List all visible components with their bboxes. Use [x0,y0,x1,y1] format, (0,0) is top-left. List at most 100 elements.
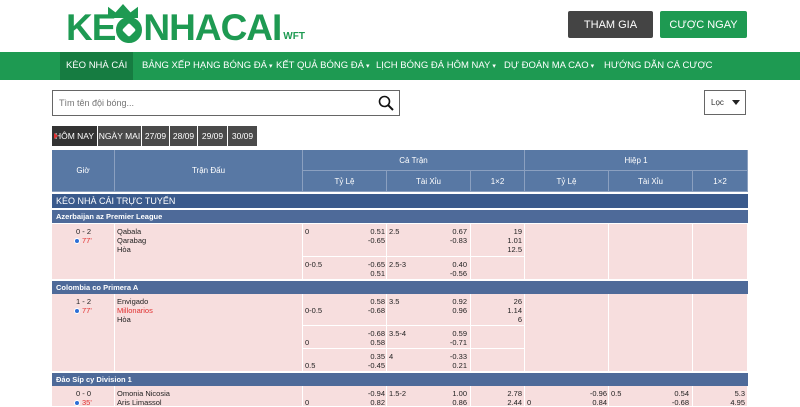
nav-item-keo-nha-cai[interactable]: KÈO NHÀ CÁI [60,52,134,80]
over-under-line: 2.5 [389,227,400,236]
draw-label: Hòa [117,245,131,254]
odd-1x2-home[interactable]: 26 [478,297,522,306]
handicap-odd[interactable]: 0.51 [340,227,385,236]
tab-tomorrow[interactable]: NGÀY MAI [98,126,141,146]
half-over-under-odd[interactable]: 0.54 [644,389,689,398]
match-score: 0 - 0 [76,389,92,398]
handicap-odd[interactable]: -0.65 [340,260,385,269]
league-header: Đảo Síp cy Division 1 [52,373,748,386]
nav-item-bang-xep-hang[interactable]: BẢNG XẾP HẠNG BÓNG ĐÁ ▾ [136,52,278,80]
live-icon [74,400,80,406]
handicap-line: 0-0.5 [305,260,323,269]
match-score: 1 - 2 [76,297,92,306]
odds-cell [609,224,693,280]
draw-label: Hòa [117,315,131,324]
col-header-first-half: Hiệp 1 [525,150,748,171]
match-score: 0 - 2 [76,227,92,236]
half-handicap-odd[interactable]: 0.84 [562,398,607,407]
chevron-down-icon: ▾ [590,63,595,70]
odd-1x2-draw[interactable]: 12.5 [478,245,522,254]
handicap-line: 0 [305,227,310,236]
over-under-odd[interactable]: -0.71 [422,338,467,347]
handicap-odd[interactable]: 0.82 [340,398,385,407]
over-under-odd[interactable]: 0.40 [422,260,467,269]
col-header-1x2: 1×2 [471,171,525,192]
over-under-odd[interactable]: 1.00 [422,389,467,398]
over-under-odd[interactable]: -0.33 [422,352,467,361]
half-handicap-line: 0 [527,398,532,407]
search-icon[interactable] [378,95,394,111]
handicap-line: 0.5 [305,361,316,370]
over-under-odd[interactable]: 0.21 [422,361,467,370]
col-header-over-under: Tài Xỉu [387,171,471,192]
match-cell [115,224,303,280]
home-team[interactable]: Qabala [117,227,141,236]
tab-date-27-09[interactable]: 27/09 [142,126,169,146]
filter-dropdown[interactable]: Lọc [704,90,746,115]
over-under-line: 3.5 [389,297,400,306]
tab-date-30-09[interactable]: 30/09 [228,126,257,146]
nav-item-huong-dan[interactable]: HƯỚNG DẪN CÁ CƯỢC [598,52,719,80]
tab-date-28-09[interactable]: 28/09 [170,126,197,146]
home-team[interactable]: Envigado [117,297,148,306]
odds-cell [525,224,609,280]
half-odd-1x2-home[interactable]: 5.3 [700,389,745,398]
handicap-odd[interactable]: -0.65 [340,236,385,245]
section-title: KÈO NHÀ CÁI TRỰC TUYẾN [52,194,748,208]
over-under-odd[interactable]: 0.59 [422,329,467,338]
odds-cell [609,294,693,372]
live-icon [74,308,80,314]
nav-item-lich-bong-da[interactable]: LỊCH BÓNG ĐÁ HÔM NAY ▾ [370,52,502,80]
over-under-line: 1.5-2 [389,389,407,398]
handicap-odd[interactable]: 0.58 [340,338,385,347]
away-team[interactable]: Aris Limassol [117,398,162,407]
tab-today[interactable]: HÔM NAY [52,126,97,146]
odd-1x2-home[interactable]: 2.78 [478,389,522,398]
odd-1x2-away[interactable]: 2.44 [478,398,522,407]
over-under-odd[interactable]: 0.92 [422,297,467,306]
odds-cell [471,257,525,280]
col-header-full-match: Cả Trận [303,150,525,171]
away-team[interactable]: Qarabag [117,236,146,245]
tab-date-29-09[interactable]: 29/09 [198,126,227,146]
half-over-under-line: 0.5 [611,389,622,398]
bet-now-button[interactable]: CƯỢC NGAY [660,11,747,38]
half-over-under-odd[interactable]: -0.68 [644,398,689,407]
search-input[interactable] [53,91,373,115]
handicap-line: 0 [305,398,310,407]
home-team[interactable]: Omonia Nicosia [117,389,170,398]
handicap-odd[interactable]: 0.51 [340,269,385,278]
odd-1x2-away[interactable]: 1.14 [478,306,522,315]
odd-1x2-away[interactable]: 1.01 [478,236,522,245]
odds-cell [525,294,609,372]
handicap-odd[interactable]: -0.94 [340,389,385,398]
half-odd-1x2-away[interactable]: 4.95 [700,398,745,407]
odd-1x2-home[interactable]: 19 [478,227,522,236]
over-under-odd[interactable]: 0.67 [422,227,467,236]
handicap-odd[interactable]: -0.68 [340,329,385,338]
col-header-match: Trận Đấu [115,150,303,192]
handicap-odd[interactable]: -0.45 [340,361,385,370]
football-icon [116,17,143,43]
over-under-line: 3.5-4 [389,329,407,338]
nav-item-ket-qua[interactable]: KẾT QUẢ BÓNG ĐÁ ▾ [270,52,376,80]
over-under-odd[interactable]: 0.86 [422,398,467,407]
over-under-odd[interactable]: -0.56 [422,269,467,278]
col-header-handicap: Tỷ Lệ [303,171,387,192]
handicap-odd[interactable]: 0.58 [340,297,385,306]
odds-cell [471,326,525,349]
chevron-down-icon: ▾ [492,63,496,70]
half-handicap-odd[interactable]: -0.96 [562,389,607,398]
handicap-odd[interactable]: 0.35 [340,352,385,361]
match-minute: 77' [74,236,92,245]
away-team[interactable]: Millonarios [117,306,153,315]
join-button[interactable]: THAM GIA [568,11,653,38]
nav-item-du-doan[interactable]: DỰ ĐOÁN MA CAO ▾ [498,52,600,80]
odd-1x2-draw[interactable]: 6 [478,315,522,324]
col-header-half-over-under: Tài Xỉu [609,171,693,192]
site-logo[interactable]: KE NHACAI WFT [66,4,305,50]
odds-cell [471,349,525,372]
over-under-odd[interactable]: -0.83 [422,236,467,245]
over-under-odd[interactable]: 0.96 [422,306,467,315]
handicap-odd[interactable]: -0.68 [340,306,385,315]
